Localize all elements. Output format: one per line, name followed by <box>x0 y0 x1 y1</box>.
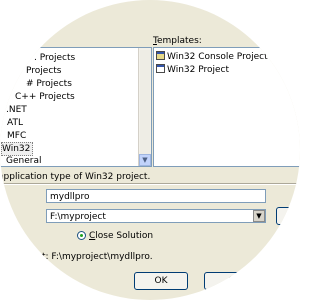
scroll-down-icon[interactable]: ▼ <box>139 154 151 166</box>
tree-item-selected[interactable]: Win32 <box>1 142 33 156</box>
tree-item[interactable]: MFC <box>7 130 26 142</box>
template-item-win32[interactable]: Win32 Project <box>156 64 229 76</box>
tree-item[interactable]: Projects <box>26 65 61 77</box>
console-project-icon <box>156 51 165 60</box>
new-project-dialog: Templates: . Projects Projects # Project… <box>0 0 300 300</box>
radio-selected-icon[interactable] <box>77 231 86 240</box>
close-solution-radio[interactable]: Close Solution <box>77 230 153 242</box>
zoom-circle-viewport: Templates: . Projects Projects # Project… <box>0 0 300 300</box>
win32-project-icon <box>156 64 165 73</box>
project-types-tree[interactable]: . Projects Projects # Projects C++ Proje… <box>0 47 152 167</box>
tree-scrollbar[interactable]: ▼ <box>138 48 151 166</box>
tree-item[interactable]: General <box>6 155 41 166</box>
browse-button[interactable]: B <box>276 207 300 225</box>
tree-item[interactable]: .NET <box>6 104 27 116</box>
ok-button[interactable]: OK <box>134 272 188 290</box>
template-item-console[interactable]: Win32 Console Project <box>156 51 268 63</box>
tree-item[interactable]: . Projects <box>34 52 75 64</box>
templates-label: Templates: <box>153 36 202 46</box>
project-path-label: t: F:\myproject\mydllpro. <box>42 252 153 262</box>
description-separator <box>0 183 300 185</box>
tree-item[interactable]: C++ Projects <box>15 91 75 103</box>
name-input[interactable]: mydllpro <box>46 189 266 203</box>
location-combo[interactable]: F:\myproject <box>46 209 266 223</box>
templates-list[interactable]: Win32 Console Project Win32 Project <box>153 47 300 167</box>
cancel-button[interactable]: C <box>204 272 258 290</box>
scroll-track[interactable] <box>140 50 150 154</box>
tree-item[interactable]: # Projects <box>26 78 72 90</box>
chevron-down-icon[interactable]: ▼ <box>253 210 265 222</box>
tree-item[interactable]: ATL <box>7 117 23 129</box>
template-description: application type of Win32 project. <box>0 172 151 182</box>
